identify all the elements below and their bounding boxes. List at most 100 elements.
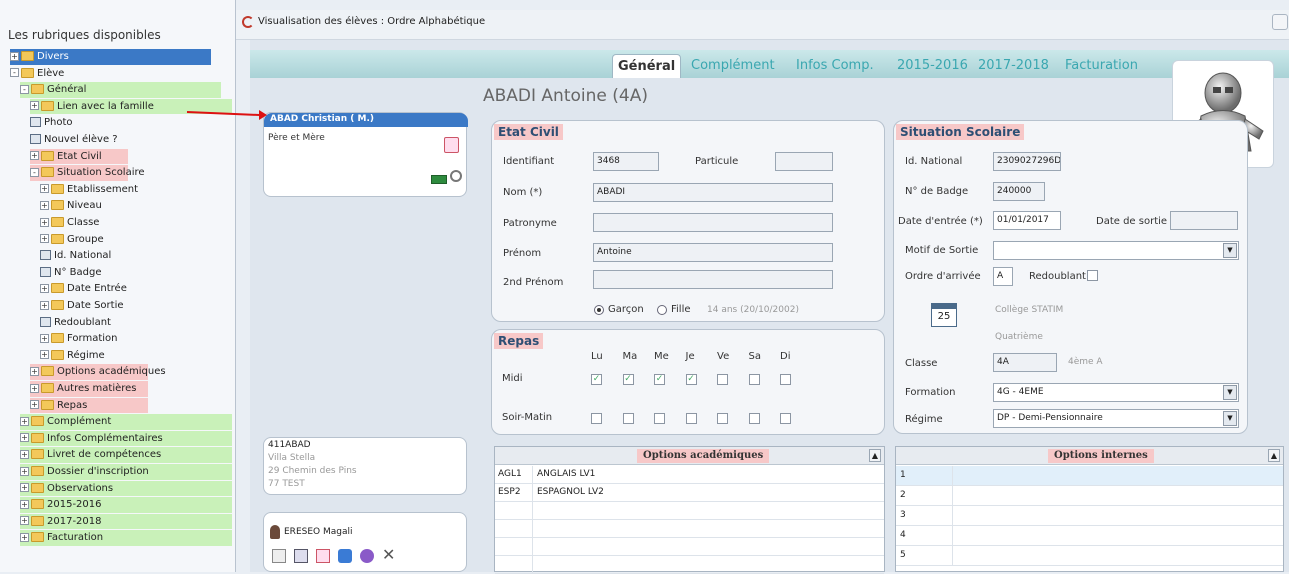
collapse-icon[interactable]: -	[10, 68, 19, 78]
expand-icon[interactable]: +	[40, 333, 49, 343]
meal-checkbox[interactable]	[685, 413, 697, 424]
scroll-up-icon[interactable]: ▲	[869, 449, 881, 462]
table-row[interactable]	[495, 538, 884, 556]
motif-select[interactable]: ▼	[993, 241, 1239, 260]
tab-infos-comp[interactable]: Infos Comp.	[791, 54, 879, 78]
formation-select[interactable]: 4G - 4EME ▼	[993, 383, 1239, 402]
dropdown-arrow-icon[interactable]: ▼	[1223, 243, 1237, 258]
tree-item-nouvel-l-ve[interactable]: Nouvel élève ?	[30, 132, 118, 148]
tree-item-el-ve[interactable]: - Elève	[10, 66, 64, 82]
scroll-up-icon[interactable]: ▲	[1268, 449, 1280, 462]
expand-icon[interactable]: +	[20, 499, 29, 509]
family-card[interactable]: ABAD Christian ( M.) Père et Mère	[263, 112, 468, 197]
expand-icon[interactable]: +	[30, 101, 39, 111]
meal-checkbox[interactable]	[622, 413, 634, 424]
expand-icon[interactable]: +	[20, 532, 29, 542]
tree-item-compl-ment[interactable]: + Complément	[20, 414, 232, 430]
group-icon[interactable]	[360, 549, 374, 563]
tab-complement[interactable]: Complément	[686, 54, 780, 78]
patronyme-field[interactable]	[593, 213, 833, 232]
tree-item-formation[interactable]: + Formation	[40, 331, 117, 347]
identifiant-field[interactable]: 3468	[593, 152, 659, 171]
meal-checkbox[interactable]	[717, 374, 728, 385]
tab-2015-2016[interactable]: 2015-2016	[892, 54, 973, 78]
tree-item-situation-scolaire[interactable]: - Situation Scolaire	[30, 165, 145, 181]
table-row[interactable]: 5	[896, 546, 1283, 566]
table-row[interactable]: 3	[896, 506, 1283, 526]
regime-select[interactable]: DP - Demi-Pensionnaire ▼	[993, 409, 1239, 428]
garcon-radio[interactable]	[594, 305, 604, 315]
expand-icon[interactable]: +	[30, 383, 39, 393]
tree-item-g-n-ral[interactable]: - Général	[20, 82, 221, 98]
tree-item-redoublant[interactable]: Redoublant	[40, 315, 111, 331]
dropdown-arrow-icon[interactable]: ▼	[1223, 411, 1237, 426]
meal-checkbox[interactable]	[748, 374, 760, 385]
ordre-field[interactable]: A	[993, 267, 1013, 286]
tools-icon[interactable]: ✕	[382, 547, 395, 563]
expand-icon[interactable]: +	[20, 466, 29, 476]
tree-item-facturation[interactable]: + Facturation	[20, 530, 232, 546]
expand-icon[interactable]: +	[30, 400, 39, 410]
particule-field[interactable]	[775, 152, 833, 171]
tree-item-etablissement[interactable]: + Etablissement	[40, 182, 138, 198]
tree-item-niveau[interactable]: + Niveau	[40, 198, 102, 214]
tree-item-etat-civil[interactable]: + Etat Civil	[30, 148, 128, 165]
tree-item-r-gime[interactable]: + Régime	[40, 348, 105, 364]
meal-checkbox[interactable]	[654, 413, 665, 424]
table-row[interactable]: 4	[896, 526, 1283, 546]
expand-icon[interactable]: +	[20, 483, 29, 493]
nom-field[interactable]: ABADI	[593, 183, 833, 202]
expand-icon[interactable]: +	[20, 416, 29, 426]
tree-item-id-national[interactable]: Id. National	[40, 248, 111, 264]
expand-icon[interactable]: +	[40, 234, 49, 244]
expand-icon[interactable]: +	[20, 449, 29, 459]
table-row[interactable]: ESP2 ESPAGNOL LV2	[495, 484, 884, 502]
tree-item-photo[interactable]: Photo	[30, 115, 73, 131]
calendar-icon[interactable]	[272, 549, 286, 563]
table-row[interactable]	[495, 556, 884, 574]
meal-checkbox[interactable]: ✓	[591, 374, 602, 385]
date-entree-field[interactable]: 01/01/2017	[993, 211, 1061, 230]
meal-checkbox[interactable]: ✓	[622, 374, 634, 385]
tree-item-infos-compl-mentaires[interactable]: + Infos Complémentaires	[20, 430, 232, 447]
table-row[interactable]	[495, 520, 884, 538]
collapse-icon[interactable]: -	[20, 84, 29, 94]
expand-icon[interactable]: +	[40, 350, 49, 360]
meal-checkbox[interactable]: ✓	[685, 374, 697, 385]
dropdown-arrow-icon[interactable]: ▼	[1223, 385, 1237, 400]
tree-item-repas[interactable]: + Repas	[30, 397, 148, 414]
table-row[interactable]: 2	[896, 486, 1283, 506]
tree-item-observations[interactable]: + Observations	[20, 480, 232, 497]
tree-item-dossier-d-inscription[interactable]: + Dossier d'inscription	[20, 464, 232, 480]
tab-facturation[interactable]: Facturation	[1060, 54, 1143, 78]
minimize-button[interactable]	[1272, 14, 1288, 30]
table-row[interactable]	[495, 502, 884, 520]
expand-icon[interactable]: +	[40, 217, 49, 227]
tree-item-options-acad-miques[interactable]: + Options académiques	[30, 364, 166, 380]
tree-item-2015-2016[interactable]: +2015-2016	[20, 497, 232, 513]
tree-item-n-badge[interactable]: N° Badge	[40, 265, 102, 281]
expand-icon[interactable]: +	[40, 184, 49, 194]
expand-icon[interactable]: +	[10, 51, 19, 61]
tree-item-divers[interactable]: + Divers	[10, 49, 211, 65]
redoublant-checkbox[interactable]	[1087, 270, 1098, 281]
meal-checkbox[interactable]: ✓	[654, 374, 665, 385]
calendar-day-icon[interactable]	[294, 549, 308, 563]
fille-radio[interactable]	[657, 305, 667, 315]
key-icon[interactable]	[450, 170, 462, 182]
tree-item-groupe[interactable]: + Groupe	[40, 232, 104, 248]
expand-icon[interactable]: +	[40, 300, 49, 310]
meal-checkbox[interactable]	[591, 413, 602, 424]
meal-checkbox[interactable]	[780, 374, 791, 385]
badge-field[interactable]: 240000	[993, 182, 1045, 201]
tab-general[interactable]: Général	[612, 54, 682, 78]
tree-item-date-sortie[interactable]: + Date Sortie	[40, 298, 124, 314]
classe-field[interactable]: 4A	[993, 353, 1057, 372]
calendar-icon[interactable]: 25	[931, 303, 957, 327]
meal-checkbox[interactable]	[748, 413, 760, 424]
tree-item-2017-2018[interactable]: +2017-2018	[20, 513, 232, 530]
money-icon[interactable]	[431, 175, 447, 184]
tree-item-date-entr-e[interactable]: + Date Entrée	[40, 281, 127, 297]
tree-item-livret-de-comp-tences[interactable]: + Livret de compétences	[20, 447, 232, 463]
tab-2017-2018[interactable]: 2017-2018	[973, 54, 1054, 78]
